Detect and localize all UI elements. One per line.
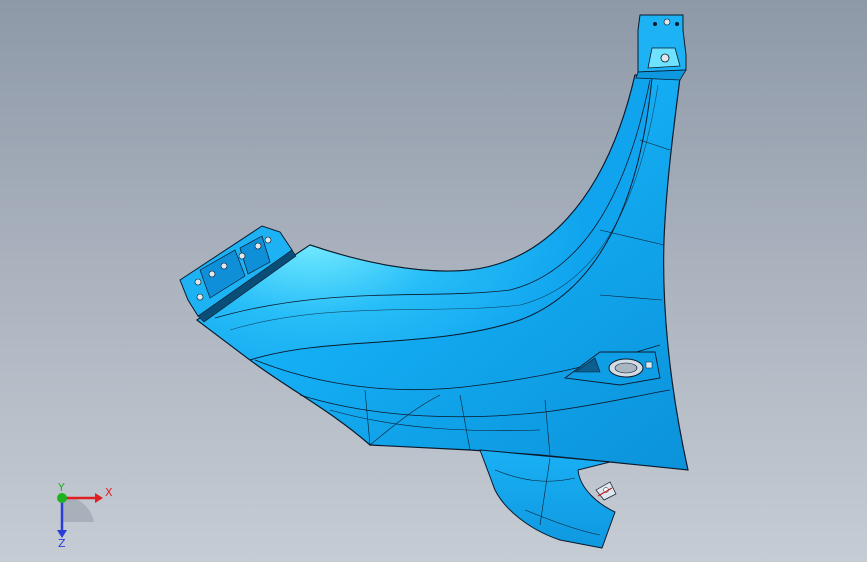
fender-model[interactable] [0,0,867,562]
orientation-triad: X Y Z [57,481,113,548]
y-axis-label: Y [57,481,65,494]
lower-skirt [479,449,617,549]
top-bracket [635,14,687,81]
z-axis-label: Z [58,537,66,548]
3d-viewport[interactable]: X Y Z [0,0,867,562]
y-axis-dot [57,493,67,503]
x-axis-label: X [105,486,113,499]
